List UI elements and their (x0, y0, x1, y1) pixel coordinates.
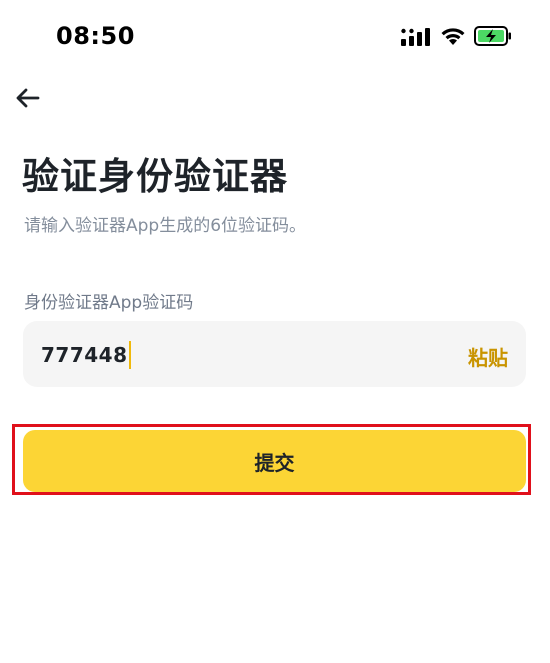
code-input-value: 777448 (41, 343, 128, 367)
battery-charging-icon (474, 26, 511, 46)
code-field-label: 身份验证器App验证码 (24, 293, 194, 313)
authenticator-code-input[interactable]: 777448 粘贴 (23, 321, 526, 387)
signal-icon (401, 28, 430, 46)
back-arrow-icon[interactable] (14, 84, 44, 112)
page-subtitle: 请输入验证器App生成的6位验证码。 (24, 216, 307, 236)
paste-button[interactable]: 粘贴 (468, 342, 508, 371)
submit-button[interactable]: 提交 (23, 430, 526, 492)
status-bar: 08:50 (0, 0, 550, 72)
status-time: 08:50 (56, 22, 135, 50)
code-input-value-wrap: 777448 (41, 340, 131, 369)
wifi-icon (441, 28, 465, 45)
text-caret (128, 340, 131, 369)
page-title: 验证身份验证器 (22, 155, 288, 198)
